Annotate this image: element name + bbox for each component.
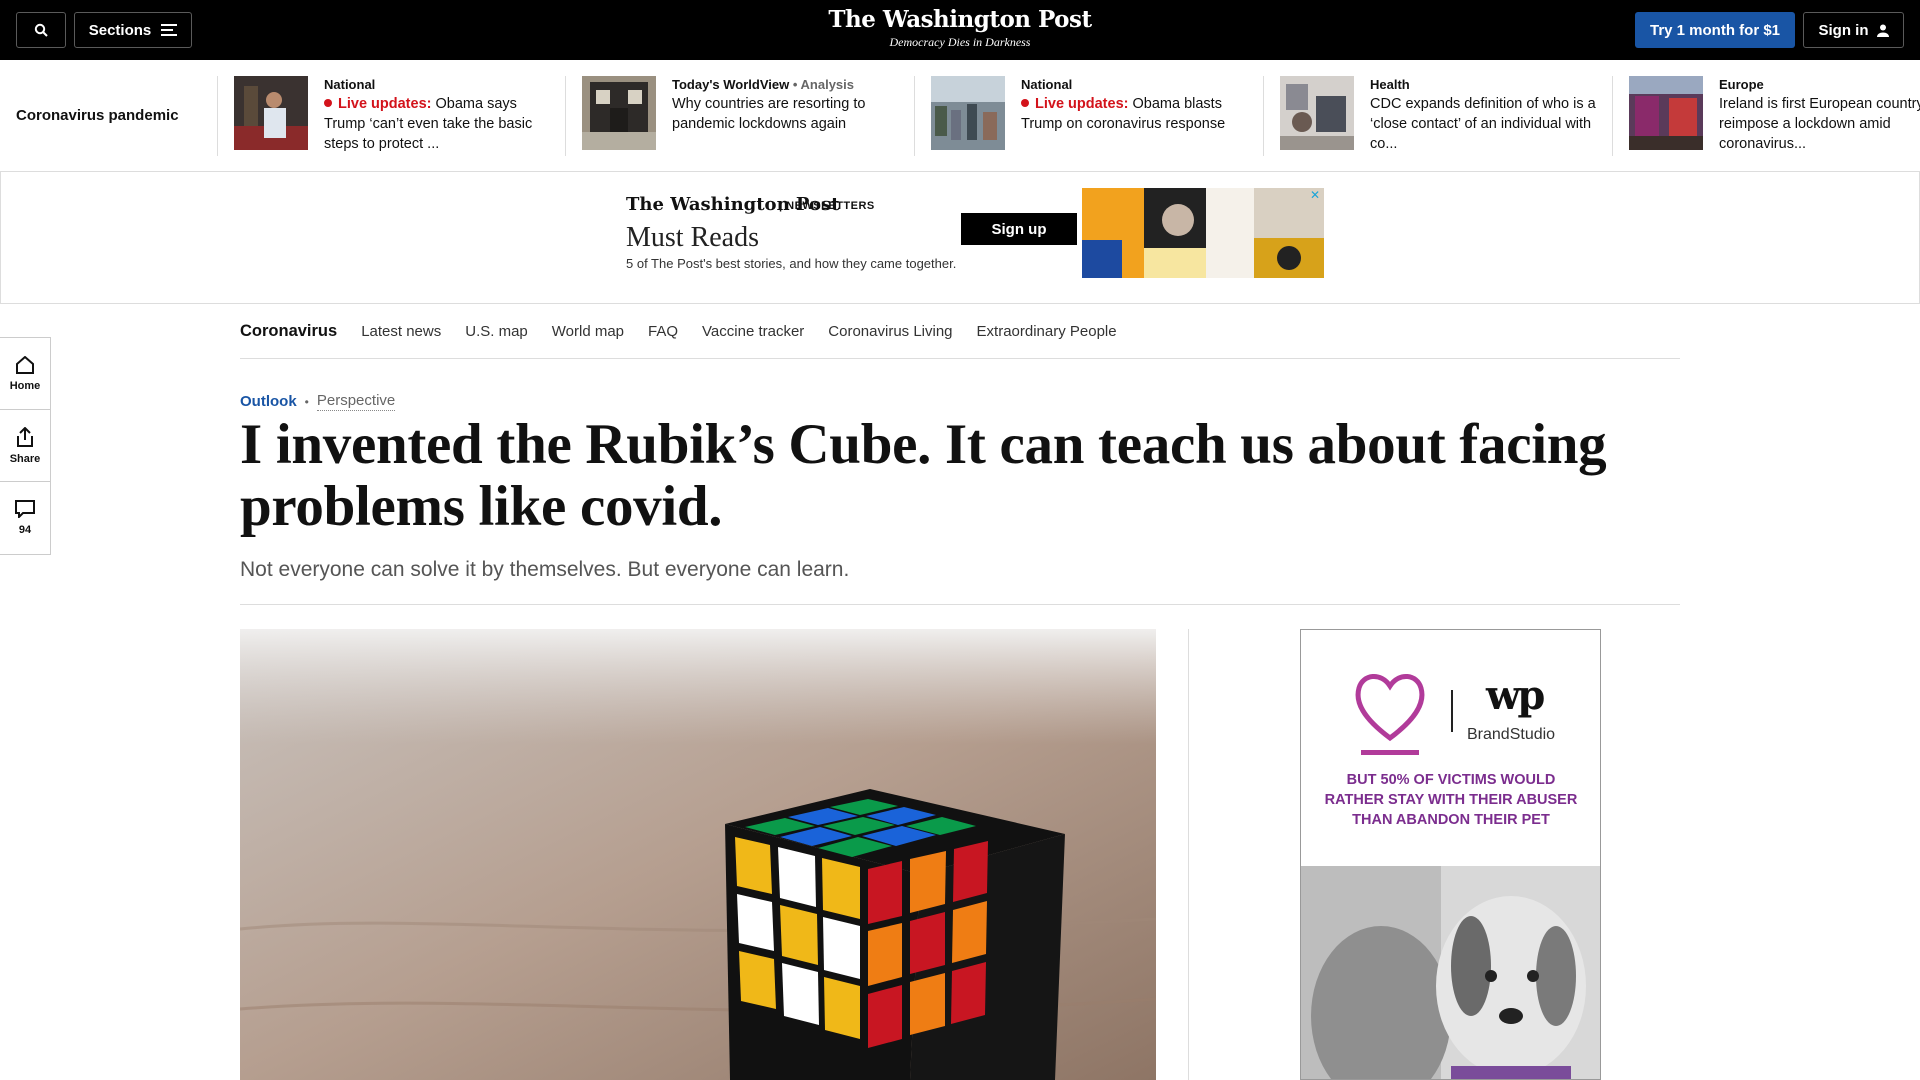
home-button[interactable]: Home <box>0 338 50 410</box>
newsletter-ad[interactable]: The Washington Post | NEWSLETTERS Must R… <box>624 188 1324 278</box>
article-kicker: Outlook • Perspective <box>240 392 396 411</box>
subnav-link-vaccine-tracker[interactable]: Vaccine tracker <box>702 323 804 340</box>
home-label: Home <box>9 379 41 392</box>
search-icon <box>34 23 48 37</box>
ticker-item[interactable]: Health CDC expands definition of who is … <box>1263 76 1613 156</box>
wp-logo: wp <box>1486 672 1545 719</box>
ticker-thumbnail <box>234 76 308 150</box>
column-divider <box>1188 629 1189 1080</box>
section-link[interactable]: Outlook <box>240 393 297 410</box>
subnav-link-world-map[interactable]: World map <box>552 323 624 340</box>
ticker-kicker: Europe <box>1719 77 1764 92</box>
ad-collage-image <box>1082 188 1324 278</box>
purple-leash-heart-logo <box>1355 674 1425 755</box>
live-updates-label: Live updates: <box>1035 96 1129 112</box>
ad-newsletters-label: | NEWSLETTERS <box>779 200 875 212</box>
share-icon <box>17 426 33 447</box>
share-button[interactable]: Share <box>0 410 50 482</box>
ad-headline: BUT 50% OF VICTIMS WOULD RATHER STAY WIT… <box>1324 772 1578 828</box>
share-label: Share <box>9 452 41 465</box>
masthead[interactable]: The Washington Post Democracy Dies in Da… <box>760 6 1160 50</box>
ticker-thumbnail <box>1629 76 1703 150</box>
analysis-label: • Analysis <box>789 77 854 92</box>
ad-banner-container: The Washington Post | NEWSLETTERS Must R… <box>0 172 1920 304</box>
user-icon <box>1876 24 1889 37</box>
subnav-link-latest-news[interactable]: Latest news <box>361 323 441 340</box>
header-divider <box>240 604 1680 605</box>
subnav-link-coronavirus-living[interactable]: Coronavirus Living <box>828 323 952 340</box>
article-subheadline: Not everyone can solve it by themselves.… <box>240 558 850 581</box>
ticker-thumbnail <box>1280 76 1354 150</box>
ticker-headline: Why countries are resorting to pandemic … <box>672 96 866 132</box>
ad-choices-icon[interactable]: ✕ <box>1308 188 1322 202</box>
ticker-headline: CDC expands definition of who is a ‘clos… <box>1370 96 1596 152</box>
ad-sign-up-button[interactable]: Sign up <box>961 213 1077 245</box>
lead-image-rubiks-cube[interactable] <box>240 629 1156 1080</box>
kicker-separator: • <box>304 394 309 409</box>
top-navigation-bar: Sections The Washington Post Democracy D… <box>0 0 1920 60</box>
ticker-item[interactable]: National Live updates: Obama blasts Trum… <box>914 76 1264 156</box>
subnav-link-us-map[interactable]: U.S. map <box>465 323 528 340</box>
live-updates-label: Live updates: <box>338 96 432 112</box>
ticker-item[interactable]: Europe Ireland is first European country… <box>1612 76 1920 156</box>
brandstudio-sidebar-ad[interactable]: wp BrandStudio BUT 50% OF VICTIMS WOULD … <box>1300 629 1601 1080</box>
ad-logo-divider <box>1451 690 1453 732</box>
live-dot-icon <box>324 99 332 107</box>
menu-icon <box>161 24 178 36</box>
left-action-rail: Home Share 94 <box>0 337 51 555</box>
comment-count: 94 <box>18 524 32 536</box>
subscribe-button[interactable]: Try 1 month for $1 <box>1635 12 1795 48</box>
ticker-kicker: Health <box>1370 77 1410 92</box>
ticker-thumbnail <box>582 76 656 150</box>
ad-photo-woman-with-dog <box>1301 866 1600 1079</box>
ad-top-area: wp BrandStudio BUT 50% OF VICTIMS WOULD … <box>1301 630 1600 865</box>
article-headline: I invented the Rubik’s Cube. It can teac… <box>240 413 1607 538</box>
subnav-brand[interactable]: Coronavirus <box>240 322 337 341</box>
ad-subtitle: 5 of The Post's best stories, and how th… <box>626 256 957 271</box>
tagline: Democracy Dies in Darkness <box>889 35 1031 49</box>
comment-icon <box>15 500 35 518</box>
comments-button[interactable]: 94 <box>0 482 50 554</box>
ticker-thumbnail <box>931 76 1005 150</box>
ticker-item[interactable]: Today's WorldView • Analysis Why countri… <box>565 76 915 156</box>
washington-post-logo[interactable]: The Washington Post <box>760 6 1160 33</box>
sections-label: Sections <box>88 21 152 39</box>
live-dot-icon <box>1021 99 1029 107</box>
sign-in-label: Sign in <box>1818 21 1869 39</box>
ticker-kicker: National <box>1021 77 1073 92</box>
ticker-headline: Ireland is first European country to rei… <box>1719 96 1920 152</box>
search-button[interactable] <box>16 12 66 48</box>
headline-ticker: Coronavirus pandemic National Live updat… <box>0 60 1920 172</box>
perspective-label[interactable]: Perspective <box>316 392 396 411</box>
ticker-kicker: National <box>324 77 376 92</box>
subnav-link-extraordinary-people[interactable]: Extraordinary People <box>977 323 1117 340</box>
subnav-link-faq[interactable]: FAQ <box>648 323 678 340</box>
brandstudio-label: BrandStudio <box>1467 726 1556 743</box>
sign-in-button[interactable]: Sign in <box>1803 12 1904 48</box>
ticker-kicker: Today's WorldView <box>672 77 790 92</box>
ad-title: Must Reads <box>626 222 759 253</box>
sections-menu-button[interactable]: Sections <box>74 12 192 48</box>
ticker-item[interactable]: National Live updates: Obama says Trump … <box>217 76 567 156</box>
coronavirus-subnav: Coronavirus Latest news U.S. map World m… <box>240 304 1680 359</box>
home-icon <box>16 355 34 374</box>
ticker-topic-label[interactable]: Coronavirus pandemic <box>16 107 179 124</box>
